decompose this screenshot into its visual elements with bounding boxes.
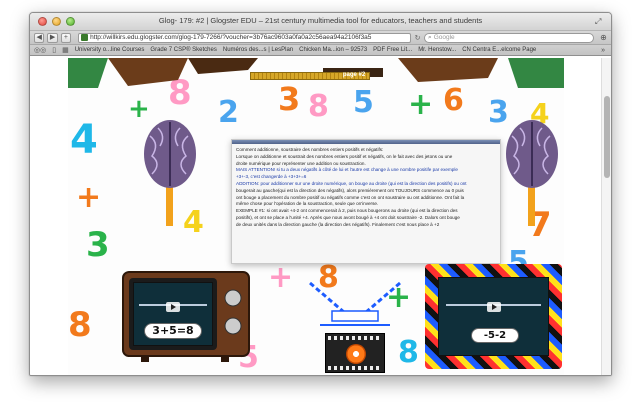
title-bar: Glog- 179: #2 | Glogster EDU – 21st cent… [30,13,611,31]
decor-number: 3 [86,225,110,265]
bookmark-item[interactable]: University o...line Courses [75,47,145,53]
bookmark-item[interactable]: Grade 7 CSP® Sketches [150,47,216,53]
film-holes [328,336,382,340]
explanation-text: Comment additionne, soustraire des nombr… [236,147,496,229]
decor-number: + [268,260,294,295]
browser-window: Glog- 179: #2 | Glogster EDU – 21st cent… [29,12,612,376]
bookmark-item[interactable]: PDF Free Lit... [373,47,412,53]
equation-label: -5-2 [471,328,519,343]
decor-number: 8 [68,305,92,345]
bookmarks-bar: ◎◎ ▯ ▦ University o...line Courses Grade… [30,45,611,56]
text-line: ADDITION: pour additionner sur une droit… [236,180,467,186]
brain-left-image [144,120,196,226]
text-line: même chose pour l'opération de la soustr… [236,201,379,207]
text-line: droite numérique pour représenter une ad… [236,160,366,166]
text-line: ont bouge a placement du nombre positif … [236,194,465,200]
site-favicon-icon [81,34,89,41]
text-line: +3+-3, c'est changerde à +3+3+=6 [236,174,307,180]
video-player-right[interactable]: -5-2 [438,277,549,356]
top-sites-icon[interactable]: ▦ [62,46,69,54]
add-tab-button[interactable]: + [60,32,72,43]
play-icon[interactable] [166,301,180,312]
bookmarks-icon[interactable]: ▯ [52,46,56,54]
decor-number: 8 [398,335,419,370]
bookmark-item[interactable]: Chicken Ma...ion – 92573 [299,47,367,53]
more-bookmarks-icon[interactable]: » [601,47,605,54]
decor-number: 8 [308,89,329,124]
window-title: Glog- 179: #2 | Glogster EDU – 21st cent… [158,16,483,25]
scrollbar-thumb[interactable] [604,96,610,178]
decor-number: 5 [353,85,374,120]
download-icon[interactable]: ⊕ [600,33,607,42]
text-line: EXEMPLE #1: si ont avait +4-2 ont commen… [236,208,458,214]
decor-number: 4 [70,117,98,163]
page-content: 4 + 3 + 8 4 2 3 8 5 + 6 3 4 7 5 + 6 + 8 … [30,58,611,375]
search-placeholder: Google [433,34,455,41]
decor-number: + [76,180,102,215]
eye-icon [346,344,366,364]
textbox-header [232,140,500,144]
text-line: Lorsque on additionne et soustrait des n… [236,153,453,159]
browser-toolbar: ◀ ▶ + http://willkirs.edu.glogster.com/g… [30,31,611,45]
text-line: MAIS ATTENTION! si tu a deux négatifs à … [236,167,458,173]
play-icon[interactable] [486,302,501,313]
vertical-scrollbar[interactable] [601,58,611,375]
reading-list-icon[interactable]: ◎◎ [34,46,46,54]
decor-number: 2 [218,95,239,130]
back-button[interactable]: ◀ [34,32,45,43]
bookmark-item[interactable]: Mr. Henstow... [418,47,456,53]
explanation-textbox[interactable]: Comment additionne, soustraire des nombr… [231,139,501,264]
decor-number: + [408,87,434,122]
address-bar[interactable]: http://willkirs.edu.glogster.com/glog-17… [78,32,412,43]
text-line: de deux unités dans la direction gauche … [236,221,440,227]
glog-canvas: 4 + 3 + 8 4 2 3 8 5 + 6 3 4 7 5 + 6 + 8 … [68,58,564,375]
text-line: bougerait au gauche(qui est la direction… [236,187,464,193]
page-label: page #2 [342,72,366,78]
reload-icon[interactable]: ↻ [414,34,421,42]
film-holes [328,366,382,370]
forward-button[interactable]: ▶ [47,32,58,43]
video-player-left[interactable]: 3+5=8 [133,282,213,346]
bookmark-item[interactable]: CN Centra E...elcome Page [462,47,536,53]
search-icon: ⌕ [428,33,432,41]
search-input[interactable]: ⌕ Google [424,32,595,43]
bookmark-item[interactable]: Numéros des...s | LesPlan [223,47,293,53]
equation-label: 3+5=8 [144,323,202,339]
film-strip-image [325,333,385,373]
text-line: positifs), et ont se place a l'unité +4.… [236,214,460,220]
brain-right-image [506,120,558,226]
address-url: http://willkirs.edu.glogster.com/glog-17… [90,34,372,41]
text-line: Comment additionne, soustraire des nombr… [236,147,384,152]
fullscreen-icon[interactable]: ⤢ [595,17,604,26]
decor-number: 6 [443,83,464,118]
arrows-graphic [309,281,401,326]
